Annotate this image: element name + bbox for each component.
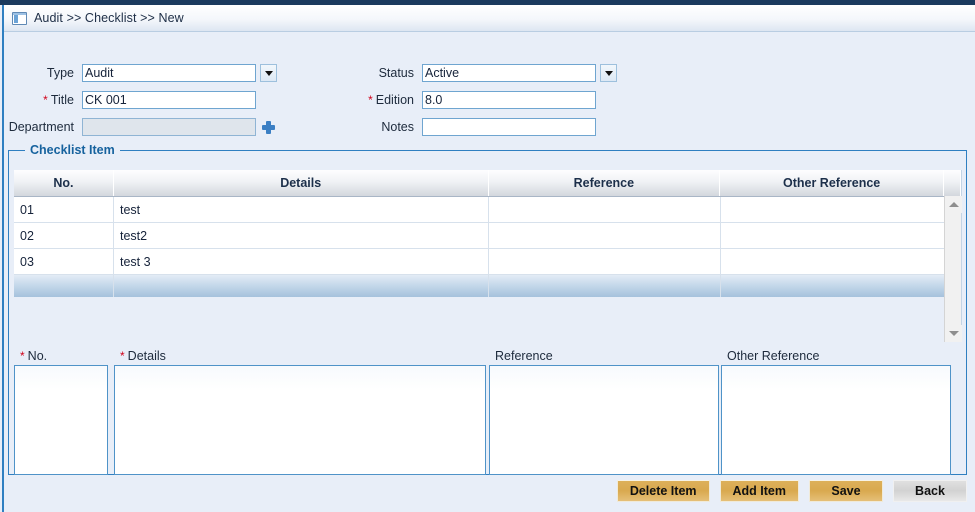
department-input[interactable] [82,118,256,136]
field-title: * Title [4,91,256,109]
checklist-grid: No. Details Reference Other Reference 01… [14,170,962,342]
chevron-down-icon [604,70,613,76]
type-input[interactable] [82,64,256,82]
field-title-label: * Title [43,93,74,107]
column-header-spacer [944,170,961,196]
entry-other-reference: Other Reference [721,347,962,475]
field-department: Department [4,118,275,136]
header-form: Type *Title Department Status *Edition [4,33,975,141]
cell-other-reference [721,249,945,274]
entry-other-reference-label: Other Reference [727,349,820,363]
checklist-item-legend: Checklist Item [25,143,120,157]
cell-no: 03 [14,249,114,274]
required-marker: * [20,349,25,363]
add-item-button[interactable]: Add Item [719,480,799,502]
grid-header-row: No. Details Reference Other Reference [14,170,961,197]
entry-no: * No. [14,347,114,475]
field-edition: * Edition [344,91,596,109]
field-department-label: Department [8,120,74,134]
breadcrumb[interactable]: Audit >> Checklist >> New [34,11,184,25]
required-marker: * [368,93,373,107]
cell-details: test [114,197,489,222]
column-header-details[interactable]: Details [113,170,489,196]
delete-item-button[interactable]: Delete Item [616,480,710,502]
required-marker: * [120,349,125,363]
status-dropdown-button[interactable] [600,64,617,82]
table-row[interactable]: 03 test 3 [14,249,961,275]
window-panel-icon [12,11,27,25]
status-input[interactable] [422,64,596,82]
field-notes: Notes [344,118,596,136]
action-button-bar: Delete Item Add Item Save Back [8,480,967,502]
table-row[interactable]: 01 test [14,197,961,223]
cell-no: 01 [14,197,114,222]
column-header-other-reference[interactable]: Other Reference [720,170,945,196]
cell-reference [489,197,721,222]
field-notes-label: Notes [381,120,414,134]
triangle-down-icon [948,331,959,336]
cell-details: test2 [114,223,489,248]
entry-details-input[interactable] [114,365,486,475]
back-button[interactable]: Back [893,480,967,502]
entry-details-label: * Details [120,349,166,363]
notes-input[interactable] [422,118,596,136]
field-type-label: Type [46,66,74,80]
required-marker: * [43,93,48,107]
triangle-up-icon [948,202,959,207]
type-dropdown-button[interactable] [260,64,277,82]
entry-no-label: * No. [20,349,48,363]
field-type: Type [4,64,277,82]
chevron-down-icon [264,70,273,76]
entry-other-reference-input[interactable] [721,365,951,475]
breadcrumb-bar: Audit >> Checklist >> New [4,5,975,32]
column-header-reference[interactable]: Reference [488,170,721,196]
save-button[interactable]: Save [809,480,883,502]
column-header-no[interactable]: No. [14,170,114,196]
entry-reference-label: Reference [495,349,553,363]
cell-no: 02 [14,223,114,248]
entry-no-input[interactable] [14,365,108,475]
cell-other-reference [721,223,945,248]
scroll-up-button[interactable] [945,196,962,213]
checklist-item-fieldset: Checklist Item No. Details Reference Oth… [8,143,967,475]
cell-details: test 3 [114,249,489,274]
cell-reference [489,223,721,248]
entry-reference: Reference [489,347,721,475]
entry-details: * Details [114,347,489,475]
table-row[interactable]: 02 test2 [14,223,961,249]
edition-input[interactable] [422,91,596,109]
grid-empty-area [14,297,961,342]
field-status: Status [344,64,617,82]
cell-reference [489,249,721,274]
cell-other-reference [721,197,945,222]
field-edition-label: * Edition [368,93,414,107]
item-entry-row: * No. * Details Reference Other Reference [14,347,962,475]
title-input[interactable] [82,91,256,109]
grid-body: 01 test 02 test2 03 test 3 [14,197,961,342]
field-status-label: Status [378,66,414,80]
grid-vertical-scrollbar[interactable] [944,196,962,342]
application-page: Audit >> Checklist >> New Type *Title De… [0,0,975,512]
entry-reference-input[interactable] [489,365,719,475]
plus-icon[interactable] [262,120,275,134]
scroll-down-button[interactable] [945,325,962,342]
